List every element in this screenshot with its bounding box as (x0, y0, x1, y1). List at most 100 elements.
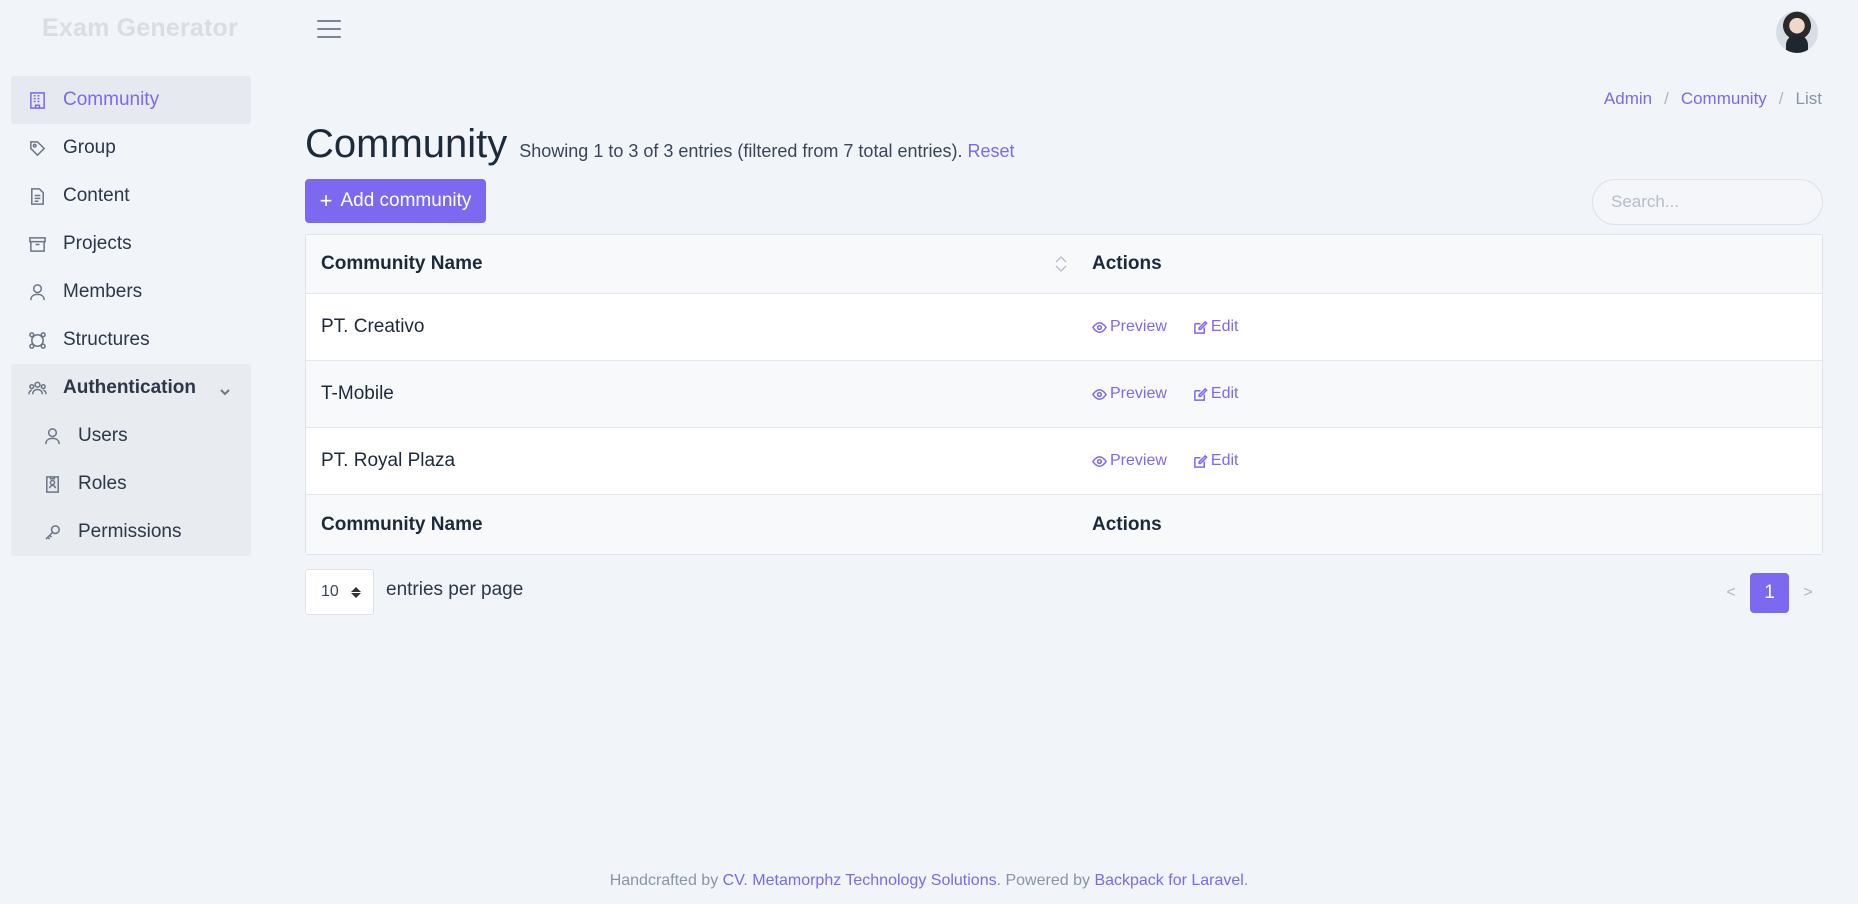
sidebar-item-authentication[interactable]: Authentication (11, 364, 251, 412)
preview-button[interactable]: Preview (1092, 452, 1167, 470)
edit-label: Edit (1210, 385, 1239, 402)
per-page-value: 10 (321, 583, 339, 600)
reset-link[interactable]: Reset (968, 141, 1015, 161)
page-header: Community Showing 1 to 3 of 3 entries (f… (305, 122, 1015, 167)
chevron-down-icon (219, 382, 231, 396)
search-input[interactable] (1592, 179, 1823, 225)
breadcrumb-separator: / (1778, 89, 1784, 108)
breadcrumb: Admin / Community / List (1604, 89, 1822, 109)
preview-button[interactable]: Preview (1092, 385, 1167, 403)
community-name-cell: T-Mobile (321, 383, 394, 404)
network-icon (28, 331, 47, 350)
actions-cell: Preview Edit (1066, 385, 1238, 403)
column-footer-actions: Actions (1066, 514, 1162, 536)
eye-icon (1092, 455, 1107, 467)
users-group-icon (28, 379, 47, 398)
user-avatar[interactable] (1776, 11, 1818, 53)
sidebar-item-group[interactable]: Group (11, 124, 251, 172)
add-community-button[interactable]: + Add community (305, 179, 486, 223)
edit-label: Edit (1210, 318, 1239, 335)
sidebar-submenu: Users Roles Permissions (11, 412, 251, 556)
sidebar: Community Group Content Projects Members… (11, 76, 251, 556)
select-arrows-icon (350, 586, 361, 598)
user-icon (43, 427, 62, 446)
pagination: < 1 > (1716, 573, 1823, 613)
sidebar-item-projects[interactable]: Projects (11, 220, 251, 268)
sidebar-item-label: Roles (78, 473, 127, 494)
app-brand[interactable]: Exam Generator (42, 14, 238, 43)
sort-icon[interactable] (1054, 254, 1068, 274)
footer-framework-link[interactable]: Backpack for Laravel (1094, 872, 1243, 889)
column-header-label: Actions (1092, 253, 1162, 274)
table-row: PT. Royal Plaza Preview Edit (306, 428, 1822, 495)
footer-middle: . Powered by (996, 872, 1090, 889)
footer-prefix: Handcrafted by (609, 872, 719, 889)
pagination-page-current[interactable]: 1 (1750, 573, 1789, 613)
page-title: Community (305, 122, 508, 166)
community-name-cell: PT. Royal Plaza (321, 450, 456, 471)
key-icon (43, 523, 62, 542)
sidebar-item-label: Structures (63, 329, 150, 350)
footer: Handcrafted by CV. Metamorphz Technology… (0, 872, 1858, 890)
column-footer-label: Actions (1092, 513, 1162, 535)
sidebar-item-label: Members (63, 281, 143, 302)
table-header-row: Community Name Actions (306, 235, 1822, 294)
archive-icon (28, 235, 47, 254)
eye-icon (1092, 321, 1107, 333)
edit-label: Edit (1210, 452, 1239, 469)
breadcrumb-current: List (1795, 89, 1822, 108)
edit-icon (1194, 454, 1208, 468)
per-page-label: entries per page (386, 579, 524, 600)
menu-toggle-icon[interactable] (317, 20, 341, 40)
column-header-actions: Actions (1066, 253, 1162, 275)
column-header-label: Community Name (321, 253, 483, 274)
per-page-select[interactable]: 10 (305, 569, 374, 615)
eye-icon (1092, 388, 1107, 400)
breadcrumb-community[interactable]: Community (1681, 89, 1767, 109)
preview-label: Preview (1110, 452, 1167, 469)
add-community-label: Add community (340, 190, 472, 211)
breadcrumb-separator: / (1664, 89, 1669, 108)
actions-cell: Preview Edit (1066, 318, 1238, 336)
sidebar-item-structures[interactable]: Structures (11, 316, 251, 364)
table-row: T-Mobile Preview Edit (306, 361, 1822, 428)
entries-summary-text: Showing 1 to 3 of 3 entries (filtered fr… (519, 141, 963, 161)
sidebar-item-community[interactable]: Community (11, 76, 251, 124)
building-icon (28, 91, 47, 110)
actions-cell: Preview Edit (1066, 452, 1238, 470)
sidebar-item-permissions[interactable]: Permissions (26, 508, 251, 556)
sidebar-item-users[interactable]: Users (26, 412, 251, 460)
community-name-cell: PT. Creativo (321, 316, 425, 337)
column-header-community-name[interactable]: Community Name (306, 253, 1068, 275)
preview-label: Preview (1110, 318, 1167, 335)
sidebar-item-members[interactable]: Members (11, 268, 251, 316)
plus-icon: + (319, 188, 333, 213)
pagination-next[interactable]: > (1793, 584, 1823, 602)
sidebar-item-label: Users (78, 425, 128, 446)
table-row: PT. Creativo Preview Edit (306, 294, 1822, 361)
edit-icon (1194, 387, 1208, 401)
sidebar-item-label: Permissions (78, 521, 182, 542)
sidebar-item-roles[interactable]: Roles (26, 460, 251, 508)
tag-icon (28, 139, 47, 158)
edit-button[interactable]: Edit (1193, 318, 1239, 336)
user-icon (28, 283, 47, 302)
sidebar-item-content[interactable]: Content (11, 172, 251, 220)
document-icon (28, 187, 47, 206)
edit-button[interactable]: Edit (1193, 385, 1239, 403)
breadcrumb-admin[interactable]: Admin (1604, 89, 1652, 109)
sidebar-item-label: Group (63, 137, 116, 158)
edit-button[interactable]: Edit (1193, 452, 1239, 470)
preview-label: Preview (1110, 385, 1167, 402)
sidebar-item-label: Authentication (63, 377, 196, 398)
preview-button[interactable]: Preview (1092, 318, 1167, 336)
entries-summary: Showing 1 to 3 of 3 entries (filtered fr… (519, 141, 1014, 162)
sidebar-group-authentication: Authentication Users Roles Permissions (11, 364, 251, 556)
footer-suffix: . (1243, 872, 1249, 889)
column-footer-community-name: Community Name (321, 513, 483, 535)
pagination-prev[interactable]: < (1716, 584, 1746, 602)
sidebar-item-label: Content (63, 185, 130, 206)
sidebar-item-label: Community (63, 89, 160, 110)
footer-company-link[interactable]: CV. Metamorphz Technology Solutions (723, 872, 997, 889)
community-table: Community Name Actions PT. Creativo Prev… (305, 234, 1823, 555)
